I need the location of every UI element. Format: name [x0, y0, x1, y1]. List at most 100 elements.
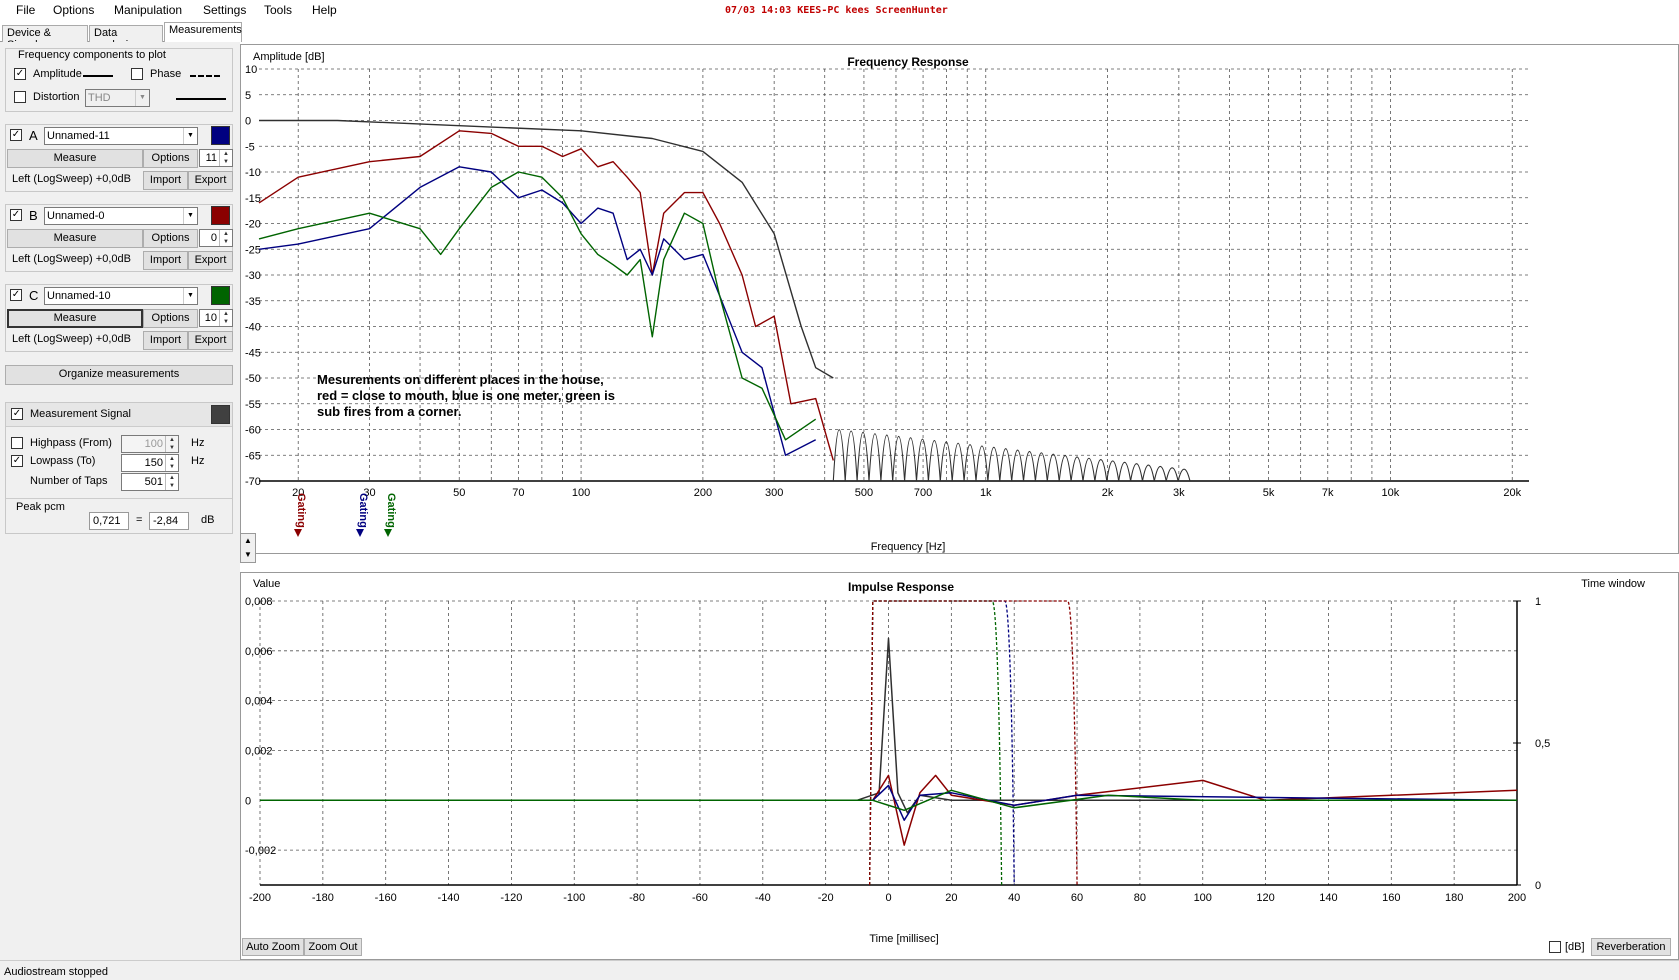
status-text: Audiostream stopped [4, 966, 108, 978]
measurement-c-select[interactable]: Unnamed-10 ▼ [44, 287, 198, 305]
measurement-signal-checkbox[interactable]: ✓ [11, 408, 23, 420]
reverberation-button[interactable]: Reverberation [1591, 938, 1671, 956]
freq-sidelobe-20 [1070, 456, 1084, 482]
freq-x-tick-label: 100 [572, 487, 590, 499]
zoom-out-button[interactable]: Zoom Out [304, 938, 362, 956]
spinner-arrows-icon[interactable]: ▲ ▼ [219, 310, 232, 326]
measurement-c-import-button[interactable]: Import [143, 331, 188, 350]
imp-x-tick-label: 0 [885, 892, 891, 904]
measurement-b-select[interactable]: Unnamed-0 ▼ [44, 207, 198, 225]
measurement-b-import-button[interactable]: Import [143, 251, 188, 270]
chart-splitter-arrows[interactable]: ▲ ▼ [240, 533, 256, 563]
distortion-checkbox[interactable] [14, 91, 26, 103]
spinner-arrows-icon[interactable]: ▲ ▼ [219, 150, 232, 166]
measurement-a-color-swatch[interactable] [211, 126, 230, 145]
freq-sidelobe-25 [1130, 463, 1144, 482]
imp-y-ticks: 0,008 0,006 0,004 0,002 0 -0,002 [245, 596, 276, 857]
freq-y-tick-label: -25 [245, 244, 261, 256]
lowpass-value: 150 [144, 457, 163, 469]
measurement-c-export-button[interactable]: Export [188, 331, 233, 350]
highpass-label: Highpass (From) [30, 437, 112, 449]
measurement-b-measure-button[interactable]: Measure [7, 229, 143, 248]
measurement-a-count-spinner[interactable]: 11 ▲ ▼ [199, 149, 233, 167]
measurement-b-color-swatch[interactable] [211, 206, 230, 225]
measurement-c-checkbox[interactable]: ✓ [10, 289, 22, 301]
organize-measurements-button[interactable]: Organize measurements [5, 365, 233, 385]
menu-options[interactable]: Options [53, 3, 94, 17]
measurement-a-options-button[interactable]: Options [143, 149, 198, 168]
imp-y2-tick-label: 1 [1535, 596, 1541, 608]
measurement-c-options-button[interactable]: Options [143, 309, 198, 328]
amplitude-checkbox[interactable]: ✓ [14, 68, 26, 80]
frequency-response-chart[interactable]: Amplitude [dB] Frequency Response Freque… [241, 45, 1678, 553]
arrow-down-icon[interactable]: ▼ [241, 548, 255, 562]
imp-y-tick-label: 0,008 [245, 596, 273, 608]
freq-sidelobe-1 [844, 430, 858, 482]
measurement-a-measure-button[interactable]: Measure [7, 149, 143, 168]
measurement-a-select[interactable]: Unnamed-11 ▼ [44, 127, 198, 145]
auto-zoom-button[interactable]: Auto Zoom [242, 938, 304, 956]
menu-tools[interactable]: Tools [264, 3, 292, 17]
tab-device-signal[interactable]: Device & Signal [2, 25, 88, 51]
distortion-line-style [176, 98, 226, 100]
taps-spinner[interactable]: 501 ▲ ▼ [121, 473, 179, 491]
tab-measurements[interactable]: Measurements [164, 22, 242, 42]
lowpass-checkbox[interactable]: ✓ [11, 455, 23, 467]
highpass-spinner[interactable]: 100 ▲ ▼ [121, 435, 179, 453]
freq-sidelobe-8 [927, 440, 941, 482]
freq-sidelobe-5 [892, 435, 906, 482]
spinner-arrows-icon[interactable]: ▲ ▼ [165, 436, 178, 452]
menu-settings[interactable]: Settings [203, 3, 246, 17]
measurement-c-measure-button[interactable]: Measure [7, 309, 143, 328]
freq-x-tick-label: 70 [512, 487, 524, 499]
imp-x-tick-label: -100 [563, 892, 585, 904]
measurement-a-import-button[interactable]: Import [143, 171, 188, 190]
measurement-c-color-swatch[interactable] [211, 286, 230, 305]
freq-sidelobe-12 [975, 445, 989, 482]
impulse-response-chart[interactable]: Value Time window Impulse Response Time … [241, 573, 1678, 959]
measurement-a-checkbox[interactable]: ✓ [10, 129, 22, 141]
phase-checkbox[interactable] [131, 68, 143, 80]
measurement-c-name: Unnamed-10 [47, 290, 111, 302]
gating-marker-red[interactable] [294, 529, 302, 537]
impulse-response-panel[interactable]: Value Time window Impulse Response Time … [240, 572, 1679, 960]
gating-marker-blue[interactable] [356, 529, 364, 537]
freq-y-tick-label: 5 [245, 90, 251, 102]
db-checkbox[interactable] [1549, 941, 1561, 953]
measurement-b-options-button[interactable]: Options [143, 229, 198, 248]
spinner-arrows-icon[interactable]: ▲ ▼ [165, 455, 178, 471]
gating-label-blue: Gating [357, 493, 369, 528]
freq-x-tick-label: 3k [1173, 487, 1185, 499]
measurement-b-export-button[interactable]: Export [188, 251, 233, 270]
measurement-c-count-spinner[interactable]: 10 ▲ ▼ [199, 309, 233, 327]
distortion-type-select[interactable]: THD ▼ [85, 89, 150, 107]
freq-sidelobe-27 [1153, 465, 1167, 482]
menu-manipulation[interactable]: Manipulation [114, 3, 182, 17]
arrow-up-icon[interactable]: ▲ [241, 534, 255, 548]
chevron-down-icon: ▼ [135, 90, 149, 106]
imp-ylabel: Value [253, 578, 280, 590]
menu-file[interactable]: File [16, 3, 35, 17]
frequency-response-panel[interactable]: Amplitude [dB] Frequency Response Freque… [240, 44, 1679, 554]
spinner-arrows-icon[interactable]: ▲ ▼ [165, 474, 178, 490]
measurement-a-export-button[interactable]: Export [188, 171, 233, 190]
menu-help[interactable]: Help [312, 3, 337, 17]
measurement-b-count-spinner[interactable]: 0 ▲ ▼ [199, 229, 233, 247]
freq-x-tick-label: 50 [453, 487, 465, 499]
imp-x-tick-label: 100 [1194, 892, 1212, 904]
annotation-line-2: red = close to mouth, blue is one meter,… [317, 388, 615, 403]
measurement-b-checkbox[interactable]: ✓ [10, 209, 22, 221]
phase-line-style [190, 75, 220, 77]
lowpass-spinner[interactable]: 150 ▲ ▼ [121, 454, 179, 472]
peak-pcm-field: 0,721 [89, 512, 129, 530]
freq-sidelobe-7 [915, 438, 929, 482]
tab-data-analysis[interactable]: Data analysis [89, 25, 163, 51]
gating-marker-green[interactable] [384, 529, 392, 537]
measurement-signal-group: ✓ Measurement Signal Highpass (From) 100… [5, 402, 233, 534]
freq-sidelobe-4 [880, 434, 894, 482]
freq-x-tick-label: 300 [765, 487, 783, 499]
spinner-arrows-icon[interactable]: ▲ ▼ [219, 230, 232, 246]
highpass-checkbox[interactable] [11, 437, 23, 449]
db-label: [dB] [1565, 941, 1585, 953]
measurement-signal-color-swatch[interactable] [211, 405, 230, 424]
